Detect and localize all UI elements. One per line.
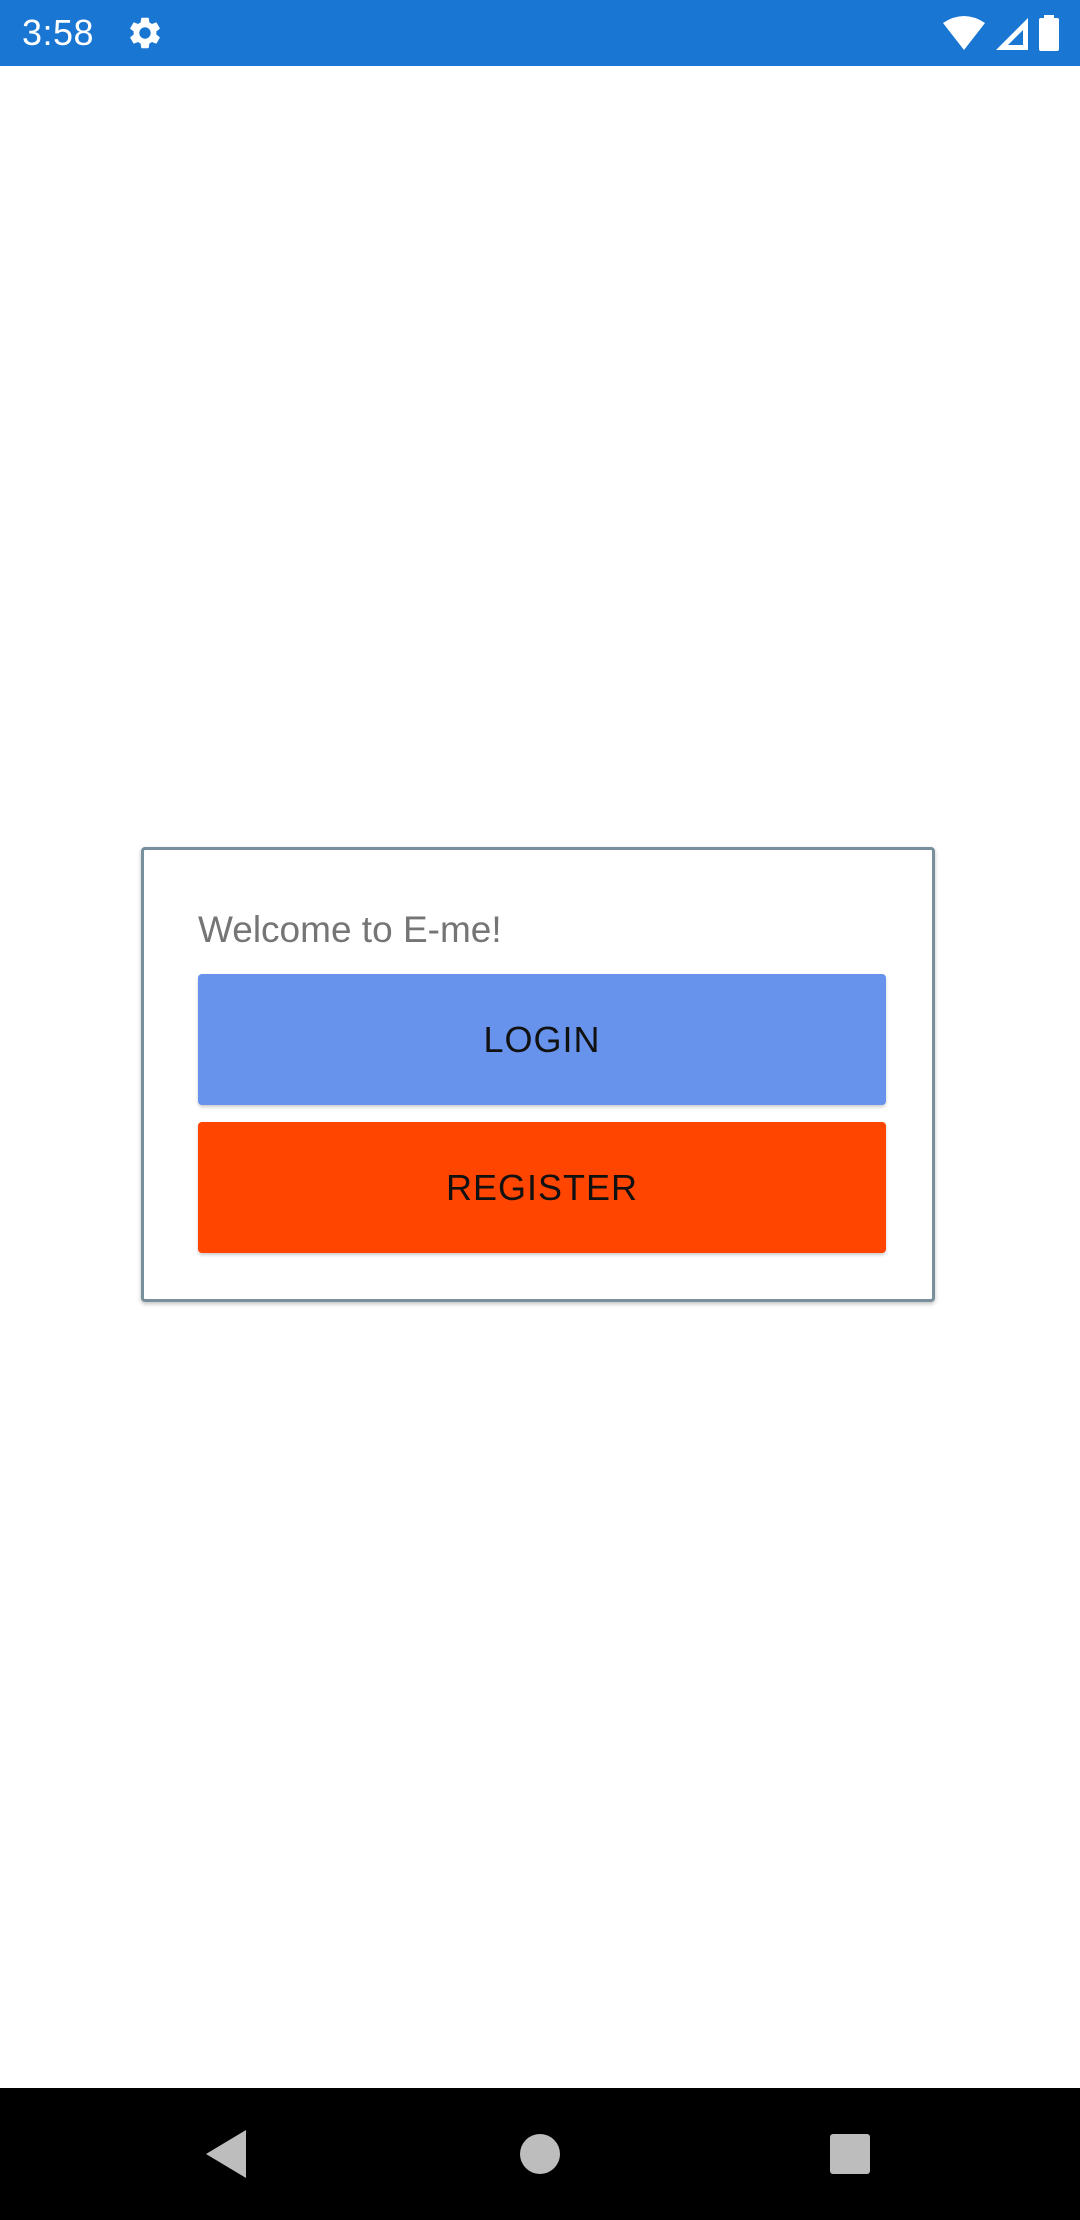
signal-icon xyxy=(994,15,1030,51)
wifi-icon xyxy=(942,15,986,51)
recents-icon[interactable] xyxy=(804,2108,896,2200)
login-button-label: LOGIN xyxy=(483,1018,601,1060)
home-icon[interactable] xyxy=(494,2108,586,2200)
navigation-bar xyxy=(0,2088,1080,2220)
register-button[interactable]: REGISTER xyxy=(198,1122,886,1253)
register-button-label: REGISTER xyxy=(445,1166,639,1208)
status-bar: 3:58 xyxy=(0,0,1080,66)
gear-icon xyxy=(126,14,164,52)
back-icon[interactable] xyxy=(180,2108,272,2200)
status-time: 3:58 xyxy=(22,12,95,53)
battery-icon xyxy=(1038,15,1060,51)
status-icons xyxy=(942,14,1060,52)
login-button[interactable]: LOGIN xyxy=(198,974,886,1105)
welcome-message: Welcome to E-me! xyxy=(198,909,502,950)
welcome-card: Welcome to E-me! LOGIN REGISTER xyxy=(141,847,935,1302)
